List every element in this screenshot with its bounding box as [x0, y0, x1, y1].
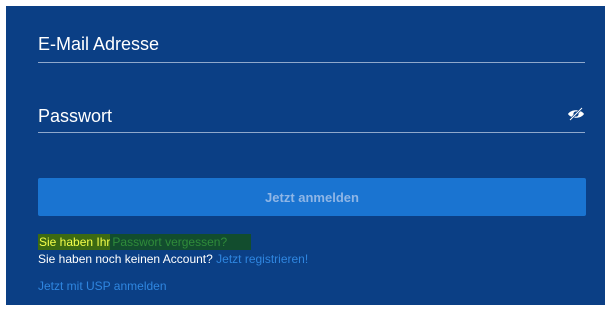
- password-field-container: [38, 102, 585, 133]
- forgot-password-prefix: Sie haben Ihr: [38, 234, 111, 250]
- register-line: Sie haben noch keinen Account? Jetzt reg…: [38, 252, 308, 266]
- usp-login-line: Jetzt mit USP anmelden: [38, 279, 167, 293]
- eye-slash-icon[interactable]: [567, 105, 585, 123]
- forgot-password-link[interactable]: Passwort vergessen?: [110, 234, 252, 250]
- email-input[interactable]: [38, 30, 585, 58]
- forgot-password-line: Sie haben Ihr Passwort vergessen?: [38, 234, 252, 250]
- login-panel: Jetzt anmelden Sie haben IhrPasswort ver…: [6, 6, 605, 305]
- password-input[interactable]: [38, 102, 585, 130]
- email-field-container: [38, 30, 585, 63]
- register-link[interactable]: Jetzt registrieren!: [216, 252, 308, 266]
- register-prefix: Sie haben noch keinen Account?: [38, 252, 213, 266]
- usp-login-link[interactable]: Jetzt mit USP anmelden: [38, 279, 167, 293]
- login-button[interactable]: Jetzt anmelden: [38, 178, 586, 216]
